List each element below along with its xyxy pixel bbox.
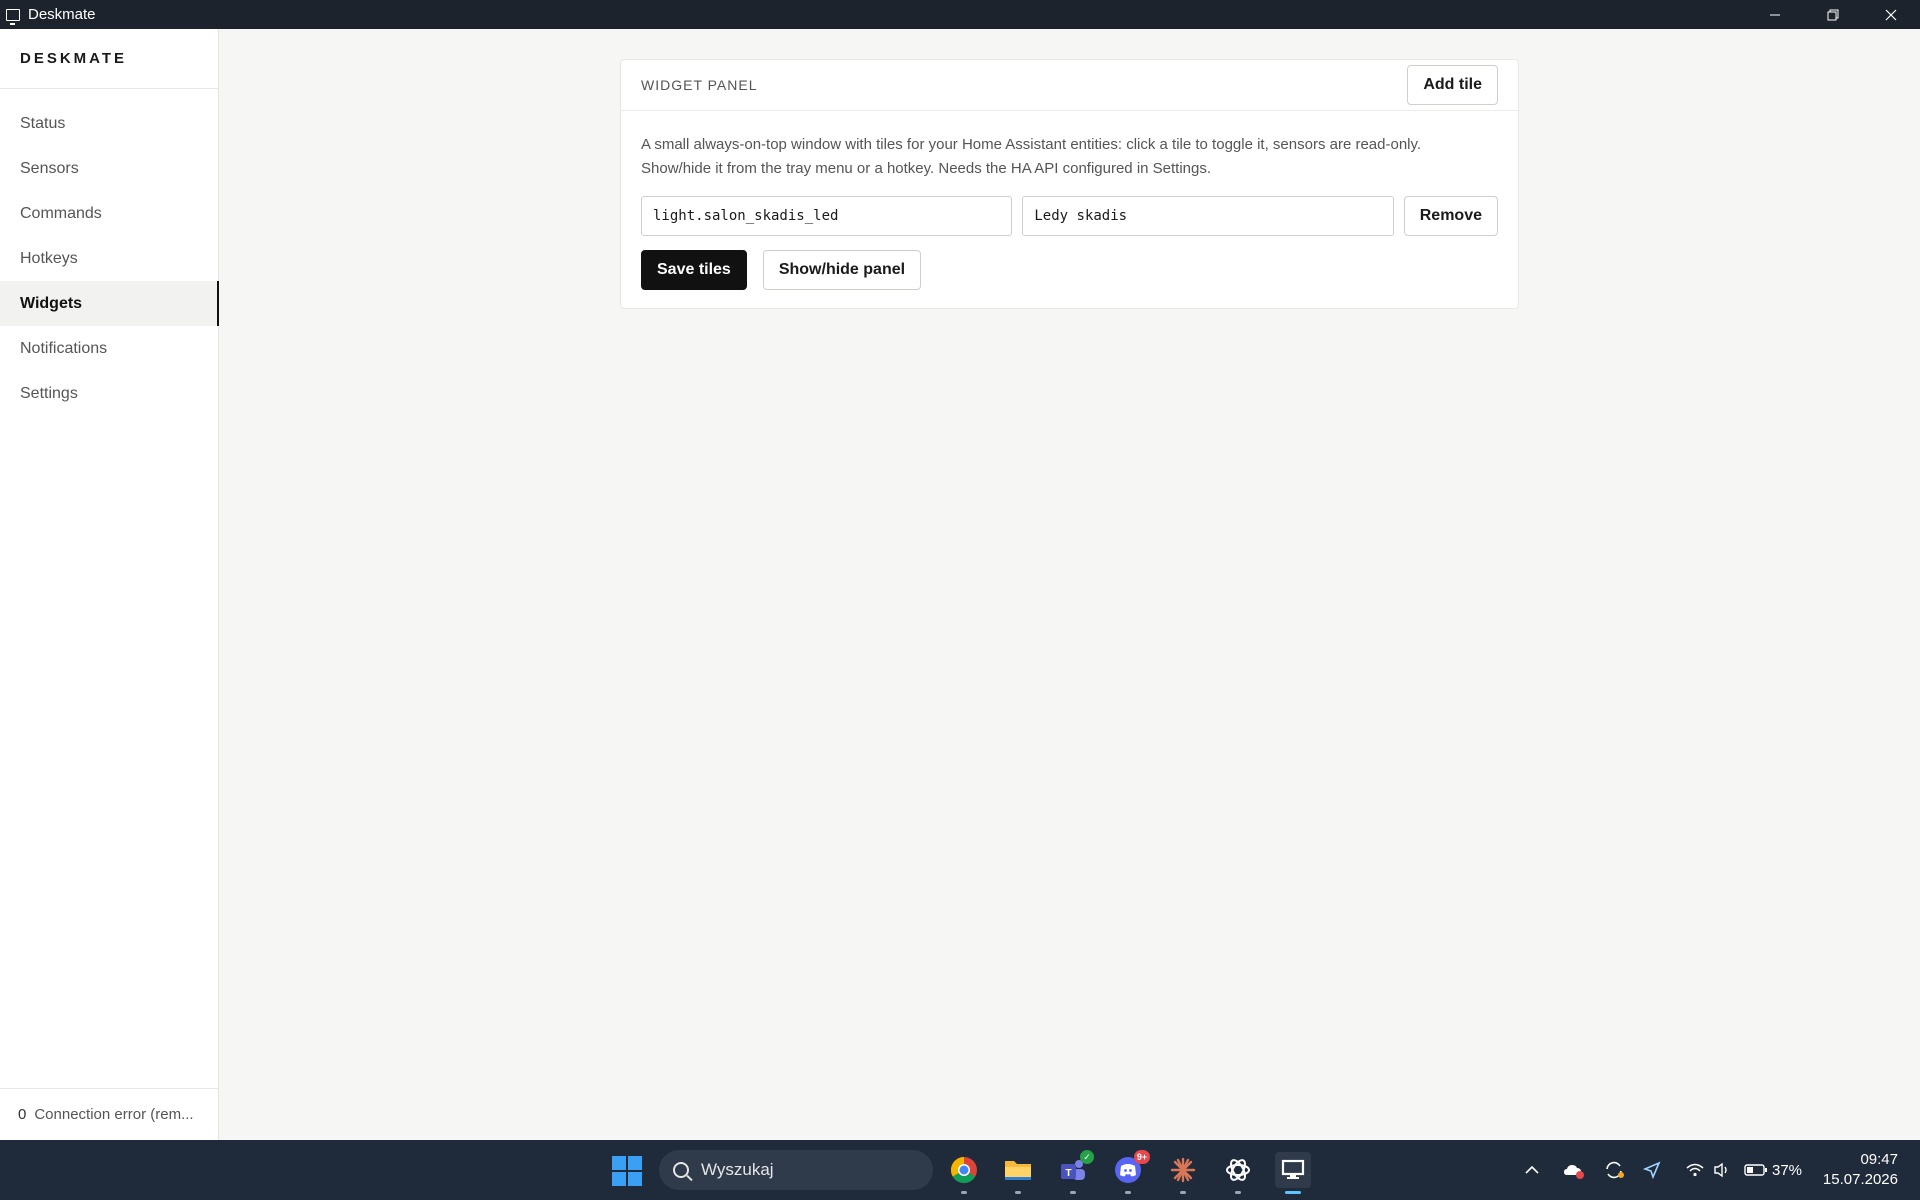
description-line-2: Show/hide it from the tray menu or a hot… bbox=[641, 160, 1212, 177]
teams-icon[interactable]: T ✓ bbox=[1055, 1150, 1094, 1194]
restore-button[interactable] bbox=[1804, 0, 1862, 29]
sidebar-item-notifications[interactable]: Notifications bbox=[0, 326, 218, 371]
deskmate-taskbar-icon[interactable] bbox=[1275, 1152, 1311, 1194]
battery-indicator[interactable]: 37% bbox=[1744, 1140, 1802, 1200]
wifi-icon[interactable] bbox=[1686, 1140, 1704, 1200]
send-arrow-icon bbox=[1643, 1161, 1661, 1179]
connection-indicator: 0 bbox=[18, 1106, 27, 1123]
location-icon[interactable] bbox=[1643, 1140, 1661, 1200]
brand-logo: DESKMATE bbox=[0, 29, 218, 89]
restore-icon bbox=[1827, 9, 1839, 20]
taskbar: Wyszukaj T ✓ 9+ 37% 09:47 15.07.2026 bbox=[0, 1140, 1920, 1200]
widget-panel-card: WIDGET PANEL Add tile A small always-on-… bbox=[620, 59, 1519, 309]
description-line-1: A small always-on-top window with tiles … bbox=[641, 136, 1422, 153]
sidebar-item-status[interactable]: Status bbox=[0, 101, 218, 146]
close-button[interactable] bbox=[1862, 0, 1920, 29]
panel-description: A small always-on-top window with tiles … bbox=[641, 133, 1498, 181]
battery-percent: 37% bbox=[1772, 1161, 1803, 1179]
wifi-signal-icon bbox=[1686, 1163, 1704, 1177]
sync-arrows-icon bbox=[1606, 1161, 1624, 1179]
notification-badge: 9+ bbox=[1134, 1150, 1150, 1164]
chatgpt-logo bbox=[1226, 1159, 1250, 1181]
sidebar-item-sensors[interactable]: Sensors bbox=[0, 146, 218, 191]
app-monitor-icon bbox=[6, 8, 20, 25]
folder-logo bbox=[1005, 1161, 1031, 1180]
chrome-icon[interactable] bbox=[946, 1152, 982, 1194]
discord-icon[interactable]: 9+ bbox=[1110, 1150, 1150, 1194]
claude-logo bbox=[1170, 1157, 1196, 1183]
file-explorer-icon[interactable] bbox=[1000, 1152, 1036, 1194]
window-title: Deskmate bbox=[28, 6, 96, 23]
chatgpt-icon[interactable] bbox=[1220, 1152, 1256, 1194]
show-hidden-icons[interactable] bbox=[1524, 1140, 1540, 1200]
window-controls bbox=[1746, 0, 1920, 29]
monitor-icon bbox=[1281, 1159, 1305, 1179]
minimize-button[interactable] bbox=[1746, 0, 1804, 29]
save-tiles-button[interactable]: Save tiles bbox=[641, 250, 747, 290]
card-body: A small always-on-top window with tiles … bbox=[621, 111, 1518, 310]
connection-status: 0 Connection error (rem... bbox=[0, 1088, 218, 1140]
speaker-icon bbox=[1714, 1162, 1727, 1178]
tile-name-input[interactable] bbox=[1022, 196, 1394, 236]
sync-icon[interactable] bbox=[1603, 1140, 1625, 1200]
sidebar-item-hotkeys[interactable]: Hotkeys bbox=[0, 236, 218, 281]
window-titlebar: Deskmate bbox=[0, 0, 1920, 29]
clock-time: 09:47 bbox=[1860, 1151, 1898, 1168]
close-icon bbox=[1885, 9, 1897, 20]
cloud-error-icon[interactable] bbox=[1563, 1140, 1585, 1200]
chrome-logo bbox=[950, 1156, 977, 1184]
check-badge-icon: ✓ bbox=[1080, 1150, 1094, 1164]
volume-icon[interactable] bbox=[1713, 1140, 1731, 1200]
sidebar-item-settings[interactable]: Settings bbox=[0, 371, 218, 416]
sidebar: DESKMATE Status Sensors Commands Hotkeys… bbox=[0, 29, 219, 1140]
panel-actions: Save tiles Show/hide panel bbox=[641, 250, 1498, 290]
sidebar-item-commands[interactable]: Commands bbox=[0, 191, 218, 236]
taskbar-search[interactable]: Wyszukaj bbox=[659, 1150, 933, 1190]
claude-icon[interactable] bbox=[1165, 1152, 1201, 1194]
tile-row: Remove bbox=[641, 196, 1498, 236]
onedrive-error-icon bbox=[1564, 1165, 1584, 1179]
add-tile-button[interactable]: Add tile bbox=[1407, 65, 1498, 105]
windows-start-icon[interactable] bbox=[612, 1156, 642, 1186]
battery-icon bbox=[1744, 1164, 1767, 1176]
clock-date: 15.07.2026 bbox=[1822, 1171, 1898, 1188]
taskbar-clock[interactable]: 09:47 15.07.2026 bbox=[1823, 1150, 1898, 1190]
chevron-up-icon bbox=[1525, 1165, 1539, 1174]
remove-tile-button[interactable]: Remove bbox=[1403, 196, 1498, 236]
card-title: WIDGET PANEL bbox=[641, 77, 758, 93]
connection-status-text: Connection error (rem... bbox=[34, 1106, 194, 1123]
show-hide-panel-button[interactable]: Show/hide panel bbox=[762, 250, 922, 290]
minimize-icon bbox=[1770, 14, 1780, 15]
search-placeholder: Wyszukaj bbox=[701, 1160, 774, 1179]
sidebar-item-widgets[interactable]: Widgets bbox=[0, 281, 219, 326]
card-header: WIDGET PANEL Add tile bbox=[621, 60, 1518, 111]
search-icon bbox=[673, 1162, 689, 1178]
svg-text:T: T bbox=[1065, 1168, 1071, 1179]
entity-id-input[interactable] bbox=[641, 196, 1013, 236]
sidebar-nav: Status Sensors Commands Hotkeys Widgets … bbox=[0, 101, 219, 416]
